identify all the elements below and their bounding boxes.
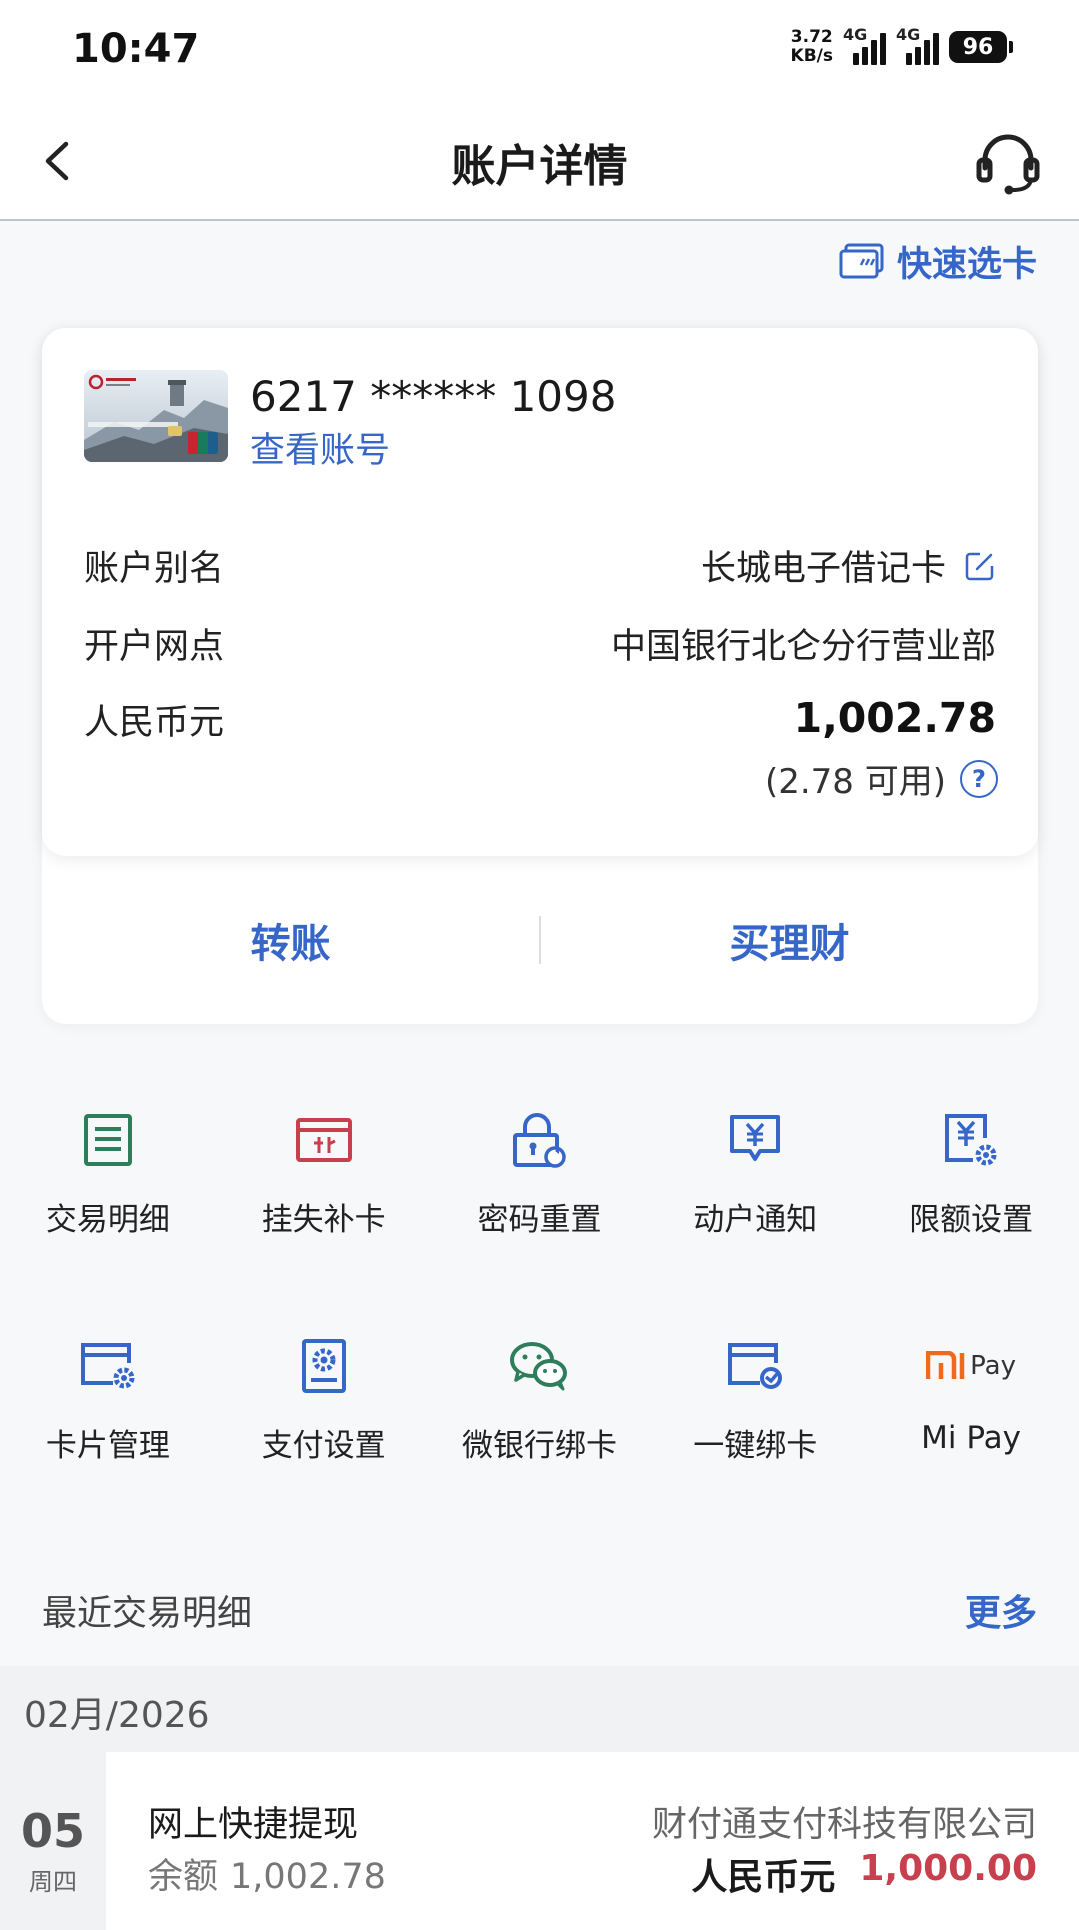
bank-card-image bbox=[84, 370, 228, 462]
grid-item-payment-settings[interactable]: 支付设置 bbox=[216, 1316, 432, 1542]
available-balance: (2.78 可用) ? bbox=[765, 754, 998, 803]
battery-icon: 96 bbox=[949, 31, 1013, 63]
grid-item-label: 密码重置 bbox=[477, 1202, 602, 1238]
transaction-balance-label: 余额 bbox=[148, 1857, 219, 1897]
signal-icon: 4G bbox=[843, 25, 886, 65]
payment-settings-icon bbox=[301, 1339, 346, 1393]
grid-item-label: 支付设置 bbox=[261, 1428, 386, 1464]
signal-icon: 4G bbox=[896, 25, 939, 65]
signal-type-label: 4G bbox=[896, 25, 921, 44]
month-label: 02月/2026 bbox=[24, 1695, 210, 1736]
wechat-icon bbox=[510, 1342, 568, 1391]
account-card: 6217 ****** 1098 查看账号 账户别名 长城电子借记卡 开户网点 … bbox=[42, 328, 1038, 1024]
branch-value: 中国银行北仑分行营业部 bbox=[610, 627, 996, 667]
grid-item-one-click-bind[interactable]: 一键绑卡 bbox=[647, 1316, 863, 1542]
nav-bar: 账户详情 bbox=[0, 100, 1079, 221]
branch-label: 开户网点 bbox=[84, 627, 225, 667]
status-bar: 10:47 3.72 KB/s 4G 4G 96 bbox=[0, 0, 1079, 100]
grid-item-password-reset[interactable]: 密码重置 bbox=[432, 1090, 648, 1316]
grid-item-label: 挂失补卡 bbox=[261, 1202, 386, 1238]
yuan-notify-icon bbox=[730, 1115, 781, 1161]
view-account-link[interactable]: 查看账号 bbox=[250, 422, 390, 473]
edit-icon[interactable] bbox=[964, 550, 996, 582]
quick-select-label: 快速选卡 bbox=[896, 245, 1037, 285]
network-speed-unit: KB/s bbox=[790, 46, 833, 66]
transaction-name: 网上快捷提现 bbox=[148, 1805, 359, 1845]
balance-value: 1,002.78 bbox=[793, 694, 996, 742]
grid-item-label: 卡片管理 bbox=[45, 1428, 170, 1464]
card-bind-icon bbox=[728, 1343, 783, 1389]
help-icon[interactable]: ? bbox=[960, 759, 998, 798]
balance-row: 人民币元 1,002.78 bbox=[84, 694, 996, 745]
function-grid-row: 卡片管理 支付设置 微银行绑卡 一键绑卡 Pay Mi Pay bbox=[0, 1316, 1079, 1542]
available-balance-text: (2.78 可用) bbox=[764, 762, 946, 802]
transfer-button[interactable]: 转账 bbox=[42, 911, 539, 969]
report-loss-icon bbox=[295, 1118, 352, 1162]
card-select-icon bbox=[839, 243, 884, 278]
card-manage-icon bbox=[80, 1343, 135, 1389]
month-header: 02月/2026 bbox=[0, 1666, 1079, 1752]
mi-pay-icon: Pay bbox=[926, 1351, 1016, 1381]
transaction-currency: 人民币元 bbox=[691, 1857, 836, 1898]
branch-row: 开户网点 中国银行北仑分行营业部 bbox=[84, 618, 996, 669]
card-actions: 转账 买理财 bbox=[42, 856, 1038, 1024]
grid-item-label: 一键绑卡 bbox=[693, 1428, 818, 1464]
alias-value-group: 长城电子借记卡 bbox=[701, 540, 996, 591]
transaction-amount-value: 1,000.00 bbox=[859, 1848, 1037, 1889]
alias-label: 账户别名 bbox=[84, 549, 225, 589]
recent-transactions-title: 最近交易明细 bbox=[42, 1593, 253, 1634]
grid-item-label: 限额设置 bbox=[909, 1202, 1034, 1238]
transaction-list-icon bbox=[83, 1114, 132, 1166]
mi-pay-logo-text: Pay bbox=[970, 1351, 1016, 1381]
more-link[interactable]: 更多 bbox=[965, 1584, 1037, 1636]
headset-icon bbox=[976, 134, 1040, 195]
transaction-row[interactable]: 05 周四 网上快捷提现 余额 1,002.78 财付通支付科技有限公司 人民币元… bbox=[0, 1752, 1079, 1930]
customer-service-button[interactable] bbox=[973, 130, 1043, 196]
grid-item-card-management[interactable]: 卡片管理 bbox=[0, 1316, 216, 1542]
transaction-balance: 余额 1,002.78 bbox=[148, 1848, 386, 1899]
recent-transactions-header: 最近交易明细 更多 bbox=[42, 1584, 1037, 1636]
grid-item-label: Mi Pay bbox=[921, 1420, 1022, 1456]
status-indicators: 3.72 KB/s 4G 4G 96 bbox=[791, 25, 1013, 66]
grid-item-wechat-bind[interactable]: 微银行绑卡 bbox=[432, 1316, 648, 1542]
transaction-amount: 人民币元 1,000.00 bbox=[691, 1848, 1037, 1900]
grid-item-label: 交易明细 bbox=[45, 1202, 170, 1238]
lock-reset-icon bbox=[513, 1113, 567, 1168]
grid-item-mi-pay[interactable]: Pay Mi Pay bbox=[863, 1316, 1079, 1542]
transaction-weekday: 周四 bbox=[29, 1868, 77, 1896]
function-grid-row: 交易明细 挂失补卡 密码重置 动户通知 限额设置 bbox=[0, 1090, 1079, 1316]
alias-row: 账户别名 长城电子借记卡 bbox=[84, 540, 996, 591]
grid-item-limit-settings[interactable]: 限额设置 bbox=[863, 1090, 1079, 1316]
page-title: 账户详情 bbox=[451, 141, 628, 192]
grid-item-label: 动户通知 bbox=[693, 1202, 818, 1238]
currency-label: 人民币元 bbox=[84, 703, 225, 743]
grid-item-account-notify[interactable]: 动户通知 bbox=[647, 1090, 863, 1316]
alias-value: 长城电子借记卡 bbox=[700, 549, 946, 589]
signal-type-label: 4G bbox=[843, 25, 868, 44]
transaction-merchant: 财付通支付科技有限公司 bbox=[651, 1805, 1037, 1845]
network-speed: 3.72 KB/s bbox=[791, 28, 833, 66]
transaction-date: 05 周四 bbox=[0, 1752, 106, 1930]
quick-select-card-button[interactable]: 快速选卡 bbox=[839, 236, 1037, 287]
buy-wealth-button[interactable]: 买理财 bbox=[541, 911, 1038, 969]
card-number: 6217 ****** 1098 bbox=[250, 372, 617, 421]
status-time: 10:47 bbox=[72, 26, 200, 72]
network-speed-value: 3.72 bbox=[790, 27, 833, 47]
account-info-panel: 6217 ****** 1098 查看账号 账户别名 长城电子借记卡 开户网点 … bbox=[42, 328, 1038, 856]
function-grid: 交易明细 挂失补卡 密码重置 动户通知 限额设置 卡片管理 支付设置 微银行绑卡… bbox=[0, 1090, 1079, 1542]
transaction-day: 05 bbox=[20, 1804, 85, 1858]
grid-item-label: 微银行绑卡 bbox=[461, 1428, 617, 1464]
transaction-balance-value: 1,002.78 bbox=[230, 1857, 386, 1897]
grid-item-transaction-details[interactable]: 交易明细 bbox=[0, 1090, 216, 1316]
limit-settings-icon bbox=[945, 1114, 997, 1166]
grid-item-report-loss[interactable]: 挂失补卡 bbox=[216, 1090, 432, 1316]
